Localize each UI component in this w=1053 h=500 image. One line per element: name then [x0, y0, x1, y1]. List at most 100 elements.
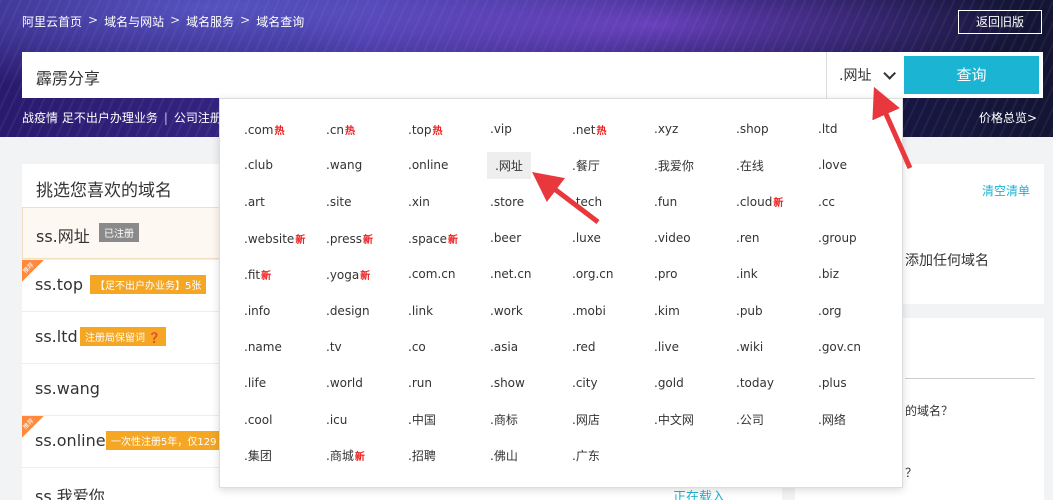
suffix-option[interactable]: .yoga新	[323, 256, 405, 292]
suffix-option[interactable]: .pro	[651, 256, 733, 292]
notice-link[interactable]: 战疫情 足不出户办理业务	[22, 111, 158, 125]
suffix-option[interactable]: .org	[815, 292, 897, 328]
query-button[interactable]: 查询	[904, 56, 1039, 94]
faq-item[interactable]: 的域名？	[905, 402, 953, 419]
suffix-option[interactable]: .co	[405, 329, 487, 365]
suffix-label: .com热	[244, 122, 285, 137]
suffix-option[interactable]: .招聘	[405, 438, 487, 474]
suffix-option[interactable]: .wiki	[733, 329, 815, 365]
suffix-option[interactable]: .tv	[323, 329, 405, 365]
suffix-option[interactable]: .club	[241, 147, 323, 183]
suffix-label: .design	[326, 303, 370, 318]
suffix-option[interactable]: .tech	[569, 184, 651, 220]
suffix-option[interactable]: .top热	[405, 111, 487, 147]
suffix-option[interactable]: .fit新	[241, 256, 323, 292]
suffix-option[interactable]: .网址	[487, 147, 569, 183]
suffix-option[interactable]: .life	[241, 365, 323, 401]
suffix-option[interactable]: .佛山	[487, 438, 569, 474]
suffix-option[interactable]: .live	[651, 329, 733, 365]
suffix-option[interactable]: .video	[651, 220, 733, 256]
suffix-option[interactable]: .mobi	[569, 292, 651, 328]
breadcrumb-domain-service[interactable]: 域名服务	[186, 13, 234, 30]
suffix-label: .xin	[408, 194, 430, 209]
suffix-option[interactable]: .site	[323, 184, 405, 220]
suffix-option[interactable]: .中文网	[651, 401, 733, 437]
suffix-label: .cloud新	[736, 195, 784, 210]
suffix-option[interactable]: .wang	[323, 147, 405, 183]
suffix-option[interactable]: .pub	[733, 292, 815, 328]
suffix-option[interactable]: .shop	[733, 111, 815, 147]
suffix-option[interactable]: .info	[241, 292, 323, 328]
suffix-option[interactable]: .net热	[569, 111, 651, 147]
price-overview-link[interactable]: 价格总览>	[979, 109, 1037, 126]
suffix-option[interactable]: .love	[815, 147, 897, 183]
suffix-option[interactable]: .design	[323, 292, 405, 328]
suffix-option[interactable]: .cn热	[323, 111, 405, 147]
suffix-option[interactable]: .red	[569, 329, 651, 365]
suffix-label: .org	[818, 303, 842, 318]
suffix-label: .art	[244, 194, 265, 209]
suffix-option[interactable]: .cc	[815, 184, 897, 220]
suffix-select[interactable]: .网址	[826, 52, 904, 98]
suffix-option[interactable]: .store	[487, 184, 569, 220]
suffix-option[interactable]: .vip	[487, 111, 569, 147]
suffix-option[interactable]: .name	[241, 329, 323, 365]
suffix-option[interactable]: .cloud新	[733, 184, 815, 220]
suffix-option[interactable]: .com.cn	[405, 256, 487, 292]
suffix-option[interactable]: .中国	[405, 401, 487, 437]
suffix-option[interactable]: .网络	[815, 401, 897, 437]
suffix-option[interactable]: .餐厅	[569, 147, 651, 183]
notice-link-company[interactable]: 公司注册	[174, 111, 222, 125]
return-old-version-button[interactable]: 返回旧版	[958, 10, 1042, 34]
clear-list-link[interactable]: 清空清单	[982, 182, 1030, 199]
suffix-option[interactable]: .group	[815, 220, 897, 256]
breadcrumb-home[interactable]: 阿里云首页	[22, 13, 82, 30]
suffix-option[interactable]: .press新	[323, 220, 405, 256]
suffix-option[interactable]: .商城新	[323, 438, 405, 474]
suffix-option[interactable]: .icu	[323, 401, 405, 437]
suffix-label: .luxe	[572, 231, 601, 246]
suffix-option[interactable]: .space新	[405, 220, 487, 256]
suffix-option[interactable]: .cool	[241, 401, 323, 437]
suffix-option[interactable]: .ink	[733, 256, 815, 292]
suffix-option[interactable]: .ren	[733, 220, 815, 256]
suffix-option[interactable]: .online	[405, 147, 487, 183]
suffix-option[interactable]: .world	[323, 365, 405, 401]
search-input[interactable]: 霹雳分享	[36, 65, 100, 89]
suffix-option[interactable]: .kim	[651, 292, 733, 328]
suffix-option[interactable]: .show	[487, 365, 569, 401]
suffix-option[interactable]: .fun	[651, 184, 733, 220]
suffix-option[interactable]: .公司	[733, 401, 815, 437]
new-badge: 新	[295, 234, 306, 246]
suffix-option[interactable]: .ltd	[815, 111, 897, 147]
suffix-option[interactable]: .xin	[405, 184, 487, 220]
faq-item[interactable]: ？	[905, 464, 917, 481]
breadcrumb-domain-website[interactable]: 域名与网站	[104, 13, 164, 30]
suffix-option[interactable]: .run	[405, 365, 487, 401]
suffix-option[interactable]: .com热	[241, 111, 323, 147]
suffix-option[interactable]: .work	[487, 292, 569, 328]
suffix-option[interactable]: .art	[241, 184, 323, 220]
suffix-option[interactable]: .网店	[569, 401, 651, 437]
suffix-option[interactable]: .asia	[487, 329, 569, 365]
suffix-label: .biz	[818, 267, 840, 282]
suffix-option[interactable]: .website新	[241, 220, 323, 256]
suffix-option[interactable]: .广东	[569, 438, 651, 474]
suffix-option[interactable]: .city	[569, 365, 651, 401]
suffix-option[interactable]: .link	[405, 292, 487, 328]
suffix-option[interactable]: .today	[733, 365, 815, 401]
suffix-option[interactable]: .商标	[487, 401, 569, 437]
suffix-option[interactable]: .xyz	[651, 111, 733, 147]
suffix-option[interactable]: .gov.cn	[815, 329, 897, 365]
suffix-option[interactable]: .biz	[815, 256, 897, 292]
promo-badge: 一次性注册5年，仅129	[106, 431, 222, 450]
suffix-option[interactable]: .org.cn	[569, 256, 651, 292]
suffix-option[interactable]: .在线	[733, 147, 815, 183]
suffix-option[interactable]: .gold	[651, 365, 733, 401]
suffix-option[interactable]: .beer	[487, 220, 569, 256]
suffix-option[interactable]: .我爱你	[651, 147, 733, 183]
suffix-option[interactable]: .plus	[815, 365, 897, 401]
suffix-option[interactable]: .luxe	[569, 220, 651, 256]
suffix-option[interactable]: .net.cn	[487, 256, 569, 292]
suffix-option[interactable]: .集团	[241, 438, 323, 474]
